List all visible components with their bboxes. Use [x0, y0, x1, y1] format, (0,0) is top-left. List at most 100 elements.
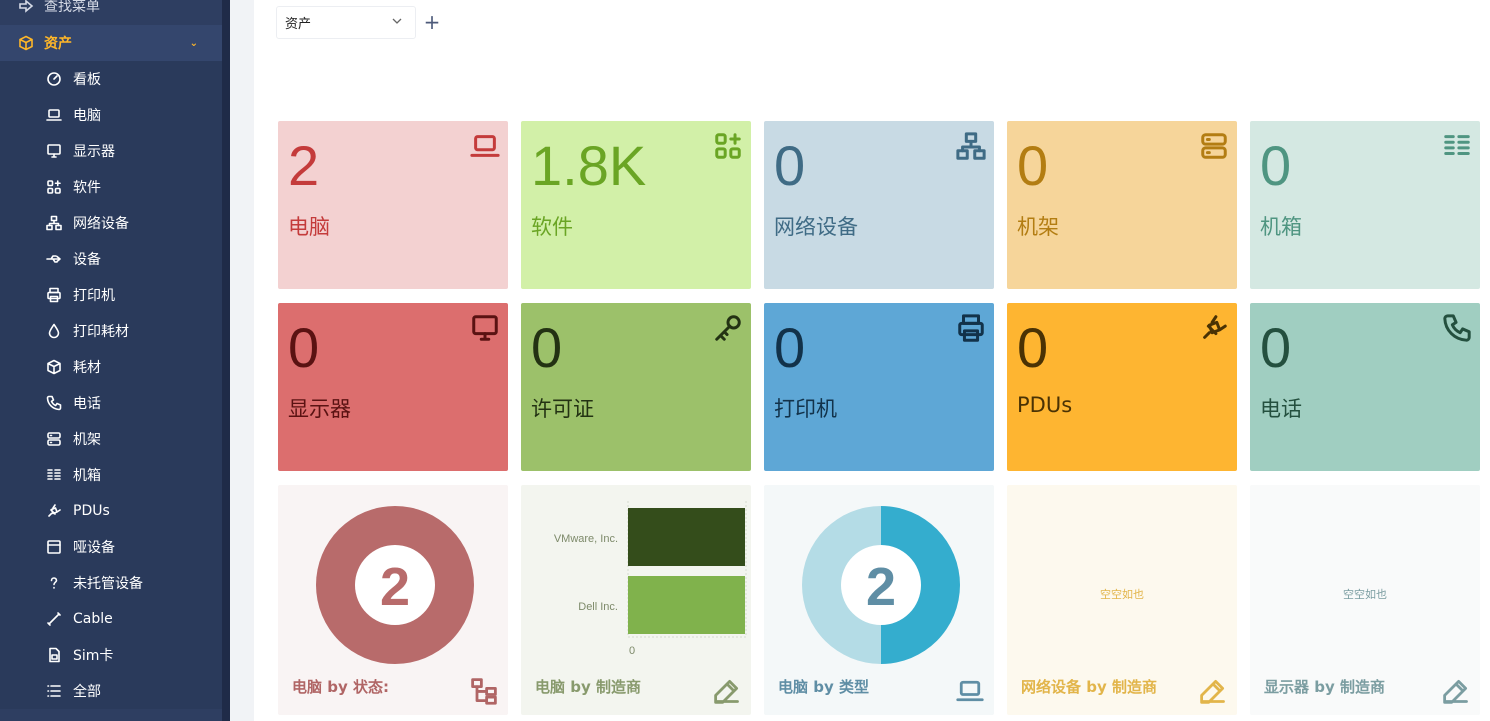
stat-card[interactable]: 0 PDUs	[1007, 303, 1237, 471]
chart-card[interactable]: 空空如也 网络设备 by 制造商	[1007, 485, 1237, 715]
laptop-icon[interactable]	[956, 677, 984, 705]
stat-value: 0	[774, 134, 806, 197]
chart-card[interactable]: VMware, Inc. Dell Inc. 0 电脑 by 制造商	[521, 485, 751, 715]
sidebar-item-10[interactable]: 电话	[0, 385, 222, 421]
empty-state-text: 空空如也	[1343, 588, 1387, 601]
sidebar-item-label: 机架	[73, 432, 101, 448]
sidebar-section-assets[interactable]: 资产 ⌄	[0, 25, 222, 61]
phone-icon	[1442, 313, 1472, 343]
sidebar-item-label: 打印耗材	[73, 324, 129, 340]
arrow-right-icon	[18, 0, 34, 14]
sidebar-item-17[interactable]: Sim卡	[0, 637, 222, 673]
sidebar-item-label: 打印机	[73, 288, 115, 304]
section-label: 资产	[44, 36, 72, 52]
stat-card[interactable]: 0 显示器	[278, 303, 508, 471]
stat-label: 电话	[1260, 397, 1302, 421]
stat-label: 软件	[531, 215, 573, 239]
dashboard-icon	[46, 71, 62, 87]
empty-state-text: 空空如也	[1100, 588, 1144, 601]
sidebar-item-1[interactable]: 看板	[0, 61, 222, 97]
chassis-icon	[1442, 131, 1472, 161]
chart-title: 电脑 by 类型	[778, 678, 869, 696]
chart-card[interactable]: 2 电脑 by 类型	[764, 485, 994, 715]
stat-label: PDUs	[1017, 393, 1073, 417]
phone-icon	[46, 395, 62, 411]
stat-card[interactable]: 1.8K 软件	[521, 121, 751, 289]
sidebar-item-label: 网络设备	[73, 216, 129, 232]
stat-card[interactable]: 0 许可证	[521, 303, 751, 471]
main-content: 资产 + 2 电脑 1.8K 软件 0 网络设备 0 机架 0 机箱 0 显示器 0 许可证 0 打印机 0 PD…	[254, 0, 1490, 721]
sidebar-item-label: 全部	[73, 684, 101, 700]
sidebar-divider	[222, 0, 230, 721]
sidebar: 查找菜单 资产 ⌄ 看板电脑显示器软件网络设备设备打印机打印耗材耗材电话机架机箱…	[0, 0, 222, 721]
sidebar-item-18[interactable]: 全部	[0, 673, 222, 709]
chart-title: 电脑 by 制造商	[535, 678, 641, 696]
pie-center-label: 2	[380, 557, 410, 617]
sidebar-item-14[interactable]: 哑设备	[0, 529, 222, 565]
pie-center-label: 2	[866, 557, 896, 617]
sidebar-item-label: 电话	[73, 396, 101, 412]
stat-value: 0	[288, 316, 320, 379]
stat-label: 网络设备	[774, 215, 858, 239]
sidebar-item-5[interactable]: 网络设备	[0, 205, 222, 241]
stat-card[interactable]: 0 机架	[1007, 121, 1237, 289]
bar	[628, 576, 745, 634]
stat-label: 许可证	[531, 397, 594, 421]
sidebar-item-7[interactable]: 打印机	[0, 277, 222, 313]
monitor-icon	[470, 313, 500, 343]
sidebar-item-label: 未托管设备	[73, 576, 143, 592]
stat-card[interactable]: 0 机箱	[1250, 121, 1480, 289]
stat-value: 0	[1260, 316, 1292, 379]
sidebar-item-12[interactable]: 机箱	[0, 457, 222, 493]
x-tick-label: 0	[629, 645, 635, 657]
ink-drop-icon	[46, 323, 62, 339]
printer-icon	[46, 287, 62, 303]
edit-icon[interactable]	[713, 677, 741, 705]
sidebar-item-label: 电脑	[73, 108, 101, 124]
sidebar-item-3[interactable]: 显示器	[0, 133, 222, 169]
sidebar-item-label: 耗材	[73, 360, 101, 376]
chevron-down-icon: ⌄	[189, 37, 198, 49]
sidebar-item-16[interactable]: Cable	[0, 601, 222, 637]
passive-device-icon	[46, 539, 62, 555]
sidebar-item-label: 哑设备	[73, 540, 115, 556]
stat-card[interactable]: 0 打印机	[764, 303, 994, 471]
list-icon	[46, 683, 62, 699]
sidebar-item-8[interactable]: 打印耗材	[0, 313, 222, 349]
stat-label: 机架	[1017, 215, 1059, 239]
chart-card[interactable]: 空空如也 显示器 by 制造商	[1250, 485, 1480, 715]
sidebar-item-13[interactable]: PDUs	[0, 493, 222, 529]
add-dashboard-button[interactable]: +	[422, 10, 442, 34]
hierarchy-icon[interactable]	[470, 677, 498, 705]
printer-icon	[956, 313, 986, 343]
dashboard-selector[interactable]: 资产	[276, 6, 416, 39]
chassis-icon	[46, 467, 62, 483]
stat-card[interactable]: 2 电脑	[278, 121, 508, 289]
sidebar-item-4[interactable]: 软件	[0, 169, 222, 205]
laptop-icon	[470, 131, 500, 161]
find-menu-item[interactable]: 查找菜单	[0, 0, 222, 24]
key-icon	[713, 313, 743, 343]
box-icon	[46, 359, 62, 375]
sim-card-icon	[46, 647, 62, 663]
sidebar-item-2[interactable]: 电脑	[0, 97, 222, 133]
stat-card[interactable]: 0 电话	[1250, 303, 1480, 471]
sidebar-item-15[interactable]: 未托管设备	[0, 565, 222, 601]
laptop-icon	[46, 107, 62, 123]
network-icon	[46, 215, 62, 231]
sidebar-item-label: Sim卡	[73, 648, 114, 664]
sidebar-item-9[interactable]: 耗材	[0, 349, 222, 385]
sidebar-item-label: 显示器	[73, 144, 115, 160]
stat-value: 1.8K	[531, 134, 647, 197]
sidebar-item-6[interactable]: 设备	[0, 241, 222, 277]
sidebar-item-11[interactable]: 机架	[0, 421, 222, 457]
stat-card[interactable]: 0 网络设备	[764, 121, 994, 289]
chart-card[interactable]: 2 电脑 by 状态:	[278, 485, 508, 715]
edit-icon[interactable]	[1199, 677, 1227, 705]
bar-category-label: Dell Inc.	[578, 601, 618, 613]
stat-value: 0	[1260, 134, 1292, 197]
stat-value: 2	[288, 134, 320, 197]
stat-label: 机箱	[1260, 215, 1302, 239]
stat-value: 0	[1017, 316, 1049, 379]
edit-icon[interactable]	[1442, 677, 1470, 705]
